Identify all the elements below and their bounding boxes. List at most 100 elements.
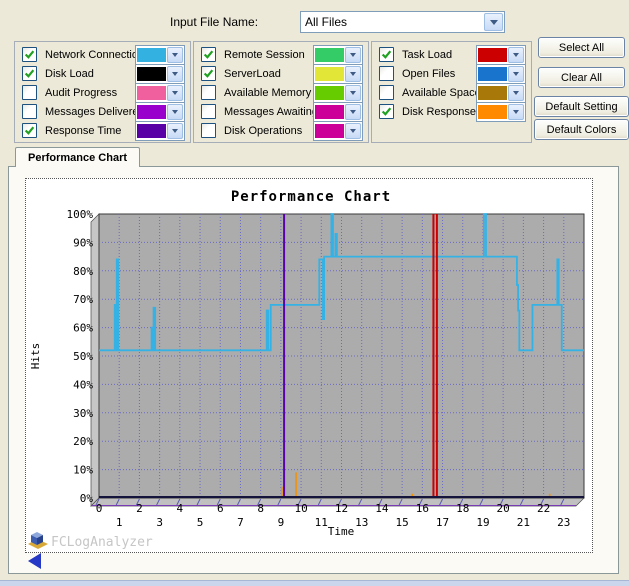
color-swatch bbox=[315, 86, 344, 100]
legend-checkbox[interactable] bbox=[201, 123, 216, 138]
legend-item-label: Available Memory bbox=[216, 87, 313, 99]
color-dropdown[interactable] bbox=[476, 102, 526, 122]
x-tick-label: 11 bbox=[315, 516, 328, 529]
color-dropdown[interactable] bbox=[476, 45, 526, 65]
color-dropdown[interactable] bbox=[476, 64, 526, 84]
legend-item-label: Open Files bbox=[394, 68, 476, 80]
legend-checkbox[interactable] bbox=[201, 104, 216, 119]
dropdown-arrow-icon[interactable] bbox=[508, 47, 524, 63]
legend-group-1: Network Connections Disk Load Audit Prog… bbox=[14, 41, 191, 143]
legend-item-messages-awaiting: Messages Awaiting bbox=[194, 102, 368, 121]
x-tick-label: 16 bbox=[416, 502, 429, 515]
select-all-button[interactable]: Select All bbox=[538, 37, 625, 58]
color-swatch bbox=[478, 67, 507, 81]
chevron-down-icon bbox=[490, 20, 498, 25]
legend-item-label: Messages Awaiting bbox=[216, 106, 313, 118]
app-window: Input File Name: All Files Network Conne… bbox=[0, 0, 629, 586]
y-tick-label: 10% bbox=[73, 464, 93, 477]
legend-item-label: Response Time bbox=[37, 125, 135, 137]
color-dropdown[interactable] bbox=[313, 64, 363, 84]
legend-group-3: Task Load Open Files Available Space Dis… bbox=[371, 41, 532, 143]
dropdown-arrow-icon[interactable] bbox=[345, 123, 361, 139]
default-setting-button[interactable]: Default Setting bbox=[534, 96, 629, 117]
dropdown-arrow-icon[interactable] bbox=[345, 104, 361, 120]
x-tick-label: 20 bbox=[497, 502, 510, 515]
color-dropdown[interactable] bbox=[135, 83, 185, 103]
dropdown-arrow-icon[interactable] bbox=[167, 47, 183, 63]
legend-item-label: ServerLoad bbox=[216, 68, 313, 80]
legend-item-disk-load: Disk Load bbox=[15, 64, 190, 83]
tab-performance-chart[interactable]: Performance Chart bbox=[15, 147, 140, 167]
y-tick-label: 50% bbox=[73, 350, 93, 363]
dropdown-arrow-icon[interactable] bbox=[508, 66, 524, 82]
y-axis-label: Hits bbox=[29, 343, 42, 370]
y-tick-label: 90% bbox=[73, 236, 93, 249]
color-dropdown[interactable] bbox=[313, 83, 363, 103]
legend-checkbox[interactable] bbox=[201, 47, 216, 62]
color-dropdown[interactable] bbox=[313, 102, 363, 122]
color-swatch bbox=[137, 86, 166, 100]
app-logo: FCLogAnalyzer bbox=[28, 532, 153, 550]
legend-item-label: Audit Progress bbox=[37, 87, 135, 99]
input-file-value: All Files bbox=[301, 15, 483, 29]
legend-checkbox[interactable] bbox=[379, 47, 394, 62]
y-tick-label: 30% bbox=[73, 407, 93, 420]
legend-item-remote-session: Remote Session bbox=[194, 45, 368, 64]
legend-checkbox[interactable] bbox=[22, 104, 37, 119]
dropdown-arrow-icon[interactable] bbox=[484, 13, 503, 31]
legend-checkbox[interactable] bbox=[22, 47, 37, 62]
dropdown-arrow-icon[interactable] bbox=[167, 66, 183, 82]
dropdown-arrow-icon[interactable] bbox=[508, 104, 524, 120]
chevron-down-icon bbox=[172, 53, 178, 57]
dropdown-arrow-icon[interactable] bbox=[167, 85, 183, 101]
dropdown-arrow-icon[interactable] bbox=[167, 123, 183, 139]
default-colors-button[interactable]: Default Colors bbox=[534, 119, 629, 140]
check-icon bbox=[203, 68, 214, 79]
legend-group-2: Remote Session ServerLoad Available Memo… bbox=[193, 41, 369, 143]
color-swatch bbox=[315, 124, 344, 138]
input-file-dropdown[interactable]: All Files bbox=[300, 11, 505, 33]
legend-checkbox[interactable] bbox=[201, 85, 216, 100]
legend-checkbox[interactable] bbox=[379, 85, 394, 100]
x-tick-label: 17 bbox=[436, 516, 449, 529]
color-dropdown[interactable] bbox=[135, 102, 185, 122]
clear-all-button[interactable]: Clear All bbox=[538, 67, 625, 88]
dropdown-arrow-icon[interactable] bbox=[508, 85, 524, 101]
chevron-down-icon bbox=[172, 72, 178, 76]
x-tick-label: 6 bbox=[217, 502, 224, 515]
legend-checkbox[interactable] bbox=[201, 66, 216, 81]
legend-checkbox[interactable] bbox=[379, 104, 394, 119]
color-swatch bbox=[137, 124, 166, 138]
color-swatch bbox=[137, 48, 166, 62]
tab-label: Performance Chart bbox=[28, 152, 127, 164]
legend-item-network-connections: Network Connections bbox=[15, 45, 190, 64]
color-swatch bbox=[478, 86, 507, 100]
color-dropdown[interactable] bbox=[135, 64, 185, 84]
back-arrow-button[interactable] bbox=[28, 553, 41, 569]
dropdown-arrow-icon[interactable] bbox=[345, 47, 361, 63]
x-tick-label: 22 bbox=[537, 502, 550, 515]
check-icon bbox=[24, 68, 35, 79]
y-tick-label: 20% bbox=[73, 435, 93, 448]
color-dropdown[interactable] bbox=[135, 45, 185, 65]
chevron-down-icon bbox=[172, 110, 178, 114]
color-dropdown[interactable] bbox=[313, 45, 363, 65]
x-tick-label: 2 bbox=[136, 502, 143, 515]
legend-item-disk-response-time: Disk Response Time bbox=[372, 102, 531, 121]
legend-checkbox[interactable] bbox=[22, 66, 37, 81]
color-swatch bbox=[315, 48, 344, 62]
color-swatch bbox=[478, 48, 507, 62]
color-dropdown[interactable] bbox=[135, 121, 185, 141]
color-dropdown[interactable] bbox=[313, 121, 363, 141]
chevron-down-icon bbox=[513, 72, 519, 76]
dropdown-arrow-icon[interactable] bbox=[167, 104, 183, 120]
color-dropdown[interactable] bbox=[476, 83, 526, 103]
legend-item-label: Messages Delivered bbox=[37, 106, 135, 118]
dropdown-arrow-icon[interactable] bbox=[345, 66, 361, 82]
legend-checkbox[interactable] bbox=[22, 123, 37, 138]
legend-checkbox[interactable] bbox=[22, 85, 37, 100]
y-tick-label: 80% bbox=[73, 265, 93, 278]
input-file-label: Input File Name: bbox=[170, 15, 258, 29]
legend-checkbox[interactable] bbox=[379, 66, 394, 81]
dropdown-arrow-icon[interactable] bbox=[345, 85, 361, 101]
